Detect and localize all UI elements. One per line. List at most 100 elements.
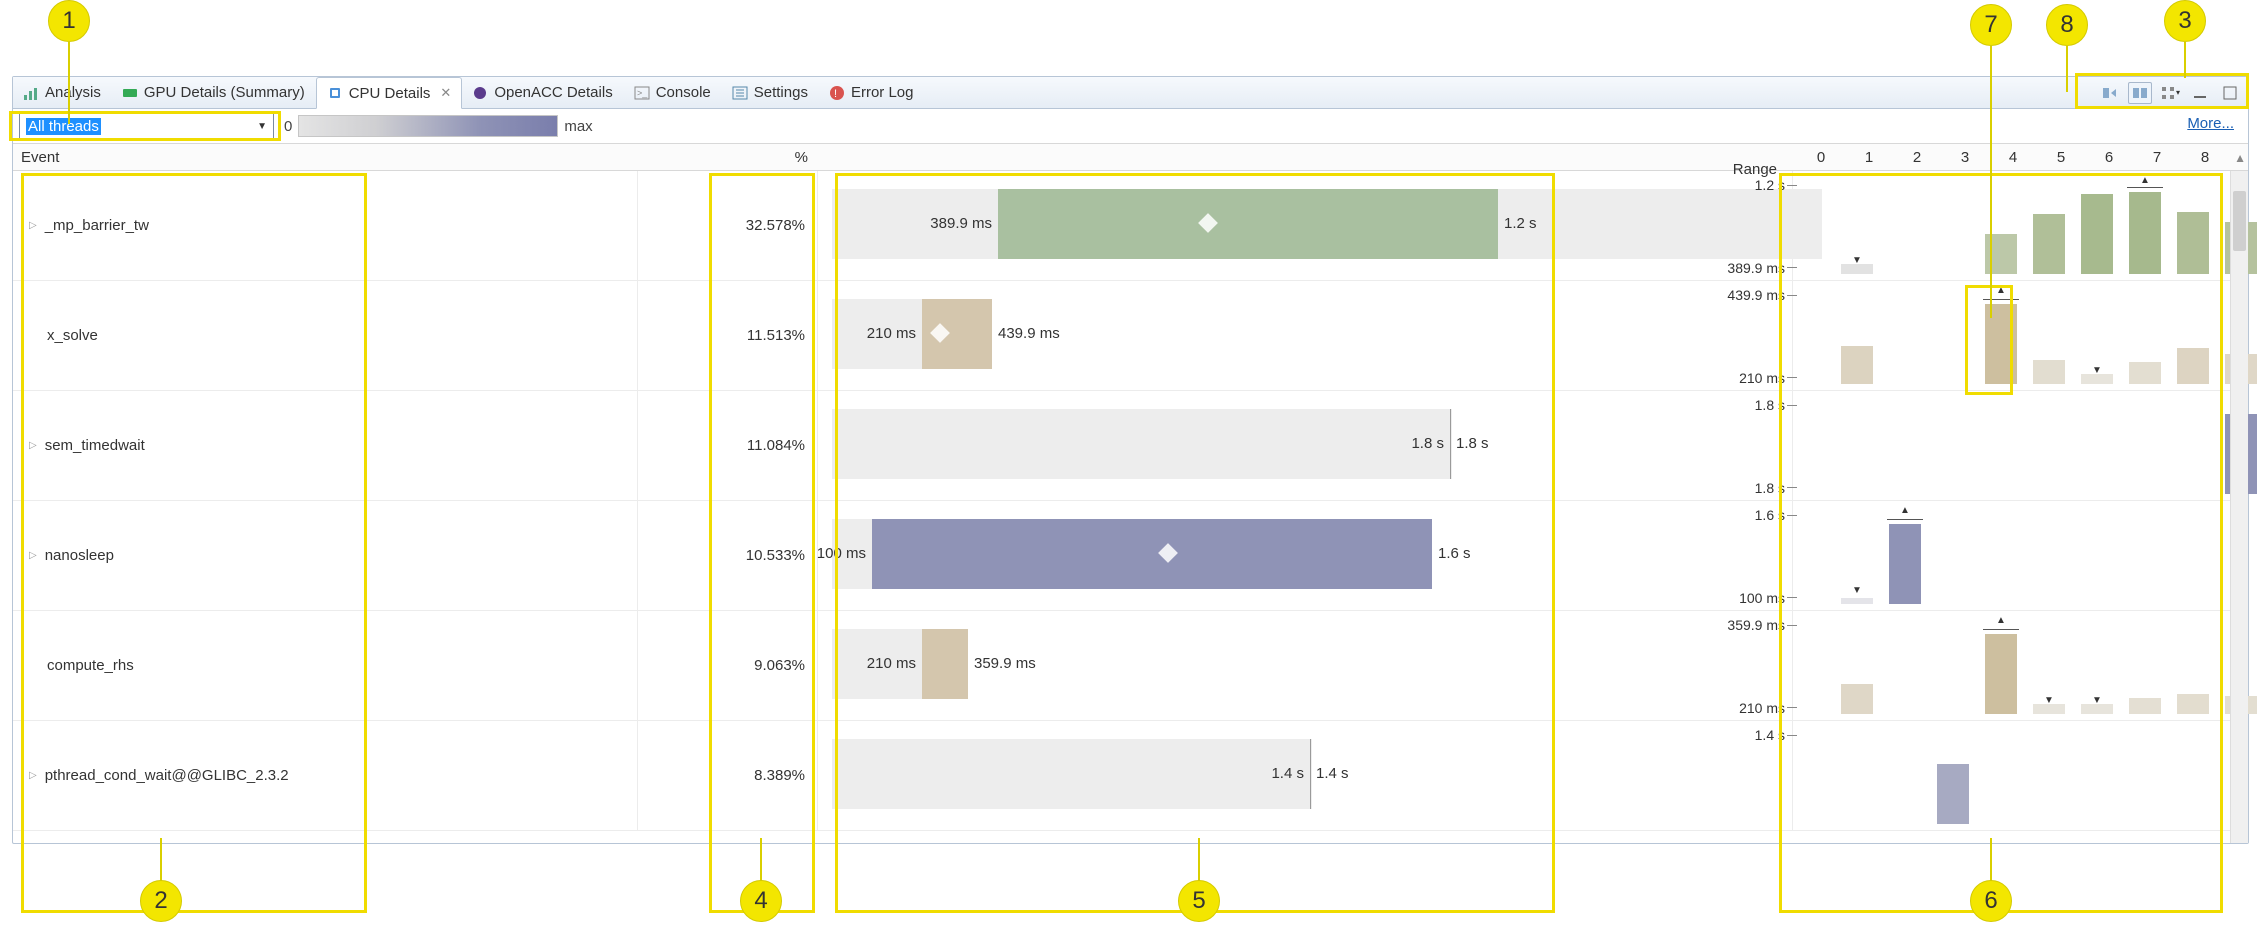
tab-openacc-details[interactable]: OpenACC Details (462, 77, 623, 108)
range-cell: 100 ms1.6 s (818, 501, 1793, 610)
range-cell: 210 ms359.9 ms (818, 611, 1793, 720)
thread-hdr-2[interactable]: 2 (1893, 149, 1941, 166)
threads-cell: 1.2 s389.9 ms▼▲ (1793, 171, 2248, 280)
scrollbar-thumb[interactable] (2233, 191, 2246, 251)
thread-hdr-7[interactable]: 7 (2133, 149, 2181, 166)
tab-error-log[interactable]: ! Error Log (819, 77, 925, 108)
thread-hdr-3[interactable]: 3 (1941, 149, 1989, 166)
header-event[interactable]: Event (13, 149, 638, 166)
table-row[interactable]: compute_rhs9.063%210 ms359.9 ms359.9 ms2… (13, 611, 2248, 721)
thread-hdr-4[interactable]: 4 (1989, 149, 2037, 166)
thread-top-label: 1.8 s (1717, 397, 1785, 413)
thread-filter-select[interactable]: All threads ▼ (19, 112, 274, 140)
cpu-icon (327, 85, 343, 101)
thread-bar: ▲ (2125, 171, 2165, 280)
thread-bar (2029, 171, 2069, 280)
thread-hdr-1[interactable]: 1 (1845, 149, 1893, 166)
threads-cell: 1.4 s (1793, 721, 2248, 830)
tab-analysis[interactable]: Analysis (13, 77, 112, 108)
scroll-up-icon[interactable]: ▲ (2234, 151, 2246, 165)
thread-top-label: 359.9 ms (1717, 617, 1785, 633)
thread-top-label: 1.2 s (1717, 177, 1785, 193)
thread-bot-label: 389.9 ms (1717, 260, 1785, 276)
range-min-label: 1.8 s (1411, 435, 1450, 452)
event-cell[interactable]: x_solve (13, 281, 638, 390)
maximize-btn[interactable] (2218, 82, 2242, 104)
percent-cell: 11.513% (638, 281, 818, 390)
table-row[interactable]: ▷pthread_cond_wait@@GLIBC_2.3.28.389%1.4… (13, 721, 2248, 831)
header-pct[interactable]: % (638, 149, 818, 166)
thread-bar (2125, 611, 2165, 720)
thread-top-label: 1.4 s (1717, 727, 1785, 743)
thread-hdr-6[interactable]: 6 (2085, 149, 2133, 166)
marker-icon: ▲ (1996, 615, 2006, 626)
tab-gpu-details[interactable]: GPU Details (Summary) (112, 77, 316, 108)
marker-icon: ▼ (2092, 365, 2102, 376)
thread-bar (1933, 721, 1973, 830)
callout-7: 7 (1970, 4, 2012, 46)
percent-cell: 8.389% (638, 721, 818, 830)
callout-5: 5 (1178, 880, 1220, 922)
cpu-details-panel: Analysis GPU Details (Summary) CPU Detai… (12, 76, 2249, 844)
tab-label: Error Log (851, 84, 914, 101)
event-cell[interactable]: ▷_mp_barrier_tw (13, 171, 638, 280)
view-btn-1[interactable] (2098, 82, 2122, 104)
table-header: Event % Range 0 1 2 3 4 5 6 7 8 ▲ (13, 143, 2248, 171)
thread-hdr-5[interactable]: 5 (2037, 149, 2085, 166)
table-row[interactable]: ▷sem_timedwait11.084%1.8 s1.8 s1.8 s1.8 … (13, 391, 2248, 501)
expand-icon[interactable]: ▷ (29, 770, 37, 781)
thread-bar: ▲ (1981, 611, 2021, 720)
thread-top-label: 439.9 ms (1717, 287, 1785, 303)
callout-6: 6 (1970, 880, 2012, 922)
legend-max: max (564, 118, 592, 135)
range-min-label: 100 ms (817, 545, 872, 562)
thread-bar: ▼ (2077, 611, 2117, 720)
tab-bar: Analysis GPU Details (Summary) CPU Detai… (13, 77, 2248, 109)
vertical-scrollbar[interactable] (2230, 171, 2248, 843)
more-link[interactable]: More... (2187, 115, 2234, 132)
range-min-label: 1.4 s (1271, 765, 1310, 782)
thread-hdr-0[interactable]: 0 (1797, 149, 1845, 166)
thread-bar (2173, 611, 2213, 720)
thread-bar (2077, 171, 2117, 280)
view-menu-btn[interactable]: ▾ (2158, 82, 2182, 104)
callout-8: 8 (2046, 4, 2088, 46)
openacc-icon (472, 85, 488, 101)
table-row[interactable]: ▷_mp_barrier_tw32.578%389.9 ms1.2 s1.2 s… (13, 171, 2248, 281)
expand-icon[interactable]: ▷ (29, 440, 37, 451)
expand-icon[interactable]: ▷ (29, 220, 37, 231)
thread-bar (2173, 281, 2213, 390)
percent-cell: 11.084% (638, 391, 818, 500)
marker-icon: ▲ (1996, 285, 2006, 296)
tab-label: Analysis (45, 84, 101, 101)
range-max-label: 1.8 s (1450, 435, 1489, 452)
thread-bar (1981, 171, 2021, 280)
thread-bar (1837, 611, 1877, 720)
console-icon: >_ (634, 85, 650, 101)
close-icon[interactable]: ✕ (440, 85, 451, 101)
tab-cpu-details[interactable]: CPU Details ✕ (316, 77, 463, 109)
thread-hdr-8[interactable]: 8 (2181, 149, 2229, 166)
callout-2: 2 (140, 880, 182, 922)
expand-icon[interactable]: ▷ (29, 550, 37, 561)
table-row[interactable]: ▷nanosleep10.533%100 ms1.6 s1.6 s100 ms▼… (13, 501, 2248, 611)
table-row[interactable]: x_solve11.513%210 ms439.9 ms439.9 ms210 … (13, 281, 2248, 391)
range-cell: 1.4 s 1.4 s (818, 721, 1793, 830)
marker-icon: ▼ (1852, 585, 1862, 596)
tab-settings[interactable]: Settings (722, 77, 819, 108)
chevron-down-icon: ▼ (257, 121, 267, 132)
minimize-btn[interactable] (2188, 82, 2212, 104)
thread-bar: ▲ (1885, 501, 1925, 610)
percent-cell: 32.578% (638, 171, 818, 280)
event-cell[interactable]: ▷pthread_cond_wait@@GLIBC_2.3.2 (13, 721, 638, 830)
event-cell[interactable]: ▷sem_timedwait (13, 391, 638, 500)
svg-text:!: ! (834, 88, 837, 100)
tab-console[interactable]: >_ Console (624, 77, 722, 108)
event-cell[interactable]: compute_rhs (13, 611, 638, 720)
event-cell[interactable]: ▷nanosleep (13, 501, 638, 610)
marker-icon: ▼ (1852, 255, 1862, 266)
tab-label: GPU Details (Summary) (144, 84, 305, 101)
thread-bar (2173, 171, 2213, 280)
thread-bar: ▼ (1837, 171, 1877, 280)
view-btn-2[interactable] (2128, 82, 2152, 104)
